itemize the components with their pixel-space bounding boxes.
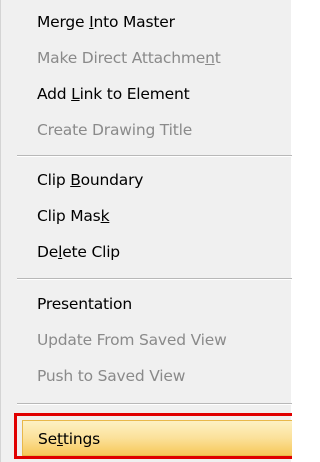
- menu-item-merge-into-master[interactable]: Merge Into Master: [1, 4, 292, 40]
- context-menu: Merge Into Master Make Direct Attachment…: [0, 0, 292, 462]
- menu-item-label: Delete Clip: [37, 243, 120, 261]
- menu-item-label: Create Drawing Title: [37, 121, 193, 139]
- menu-item-create-drawing-title: Create Drawing Title: [1, 112, 292, 148]
- menu-item-label: Presentation: [37, 295, 132, 313]
- menu-item-label: Clip Boundary: [37, 171, 144, 189]
- menu-item-label: Clip Mask: [37, 207, 110, 225]
- menu-item-make-direct-attachment: Make Direct Attachment: [1, 40, 292, 76]
- menu-item-label: Make Direct Attachment: [37, 49, 221, 67]
- menu-item-label: Update From Saved View: [37, 331, 227, 349]
- menu-item-label: Add Link to Element: [37, 85, 190, 103]
- menu-item-label: Push to Saved View: [37, 367, 186, 385]
- menu-separator: [17, 155, 292, 157]
- menu-item-add-link-to-element[interactable]: Add Link to Element: [1, 76, 292, 112]
- menu-item-label: Merge Into Master: [37, 13, 175, 31]
- menu-separator: [17, 403, 292, 405]
- menu-item-update-from-saved-view: Update From Saved View: [1, 322, 292, 358]
- menu-item-clip-mask[interactable]: Clip Mask: [1, 198, 292, 234]
- highlight-annotation-box: [14, 413, 292, 459]
- menu-separator: [17, 278, 292, 280]
- menu-item-presentation[interactable]: Presentation: [1, 286, 292, 322]
- menu-item-push-to-saved-view: Push to Saved View: [1, 358, 292, 394]
- menu-item-delete-clip[interactable]: Delete Clip: [1, 234, 292, 270]
- menu-item-clip-boundary[interactable]: Clip Boundary: [1, 162, 292, 198]
